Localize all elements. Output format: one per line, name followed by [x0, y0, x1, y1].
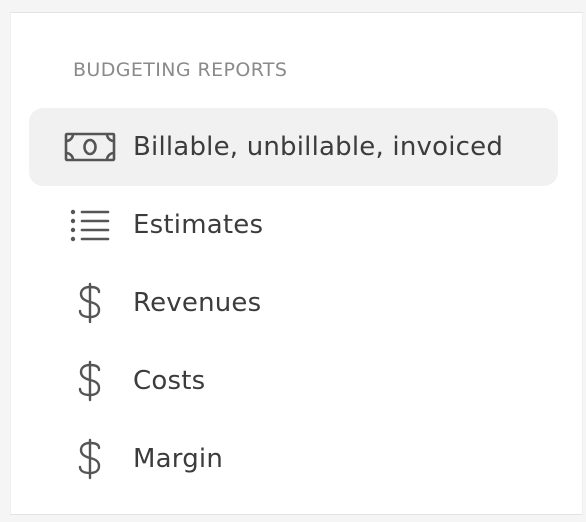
menu-item-label: Costs: [133, 366, 206, 396]
list-icon: [63, 207, 117, 243]
section-heading: BUDGETING REPORTS: [73, 59, 288, 81]
dollar-icon: [63, 438, 117, 480]
menu-item-revenues[interactable]: Revenues: [29, 264, 558, 342]
menu-item-label: Revenues: [133, 288, 262, 318]
menu-item-label: Margin: [133, 444, 224, 474]
menu-item-margin[interactable]: Margin: [29, 420, 558, 498]
menu-item-billable-unbillable-invoiced[interactable]: Billable, unbillable, invoiced: [29, 108, 558, 186]
menu-item-estimates[interactable]: Estimates: [29, 186, 558, 264]
budgeting-reports-menu: Billable, unbillable, invoiced Estimates: [29, 108, 558, 498]
dollar-icon: [63, 282, 117, 324]
banknote-icon: [63, 129, 117, 165]
menu-item-label: Estimates: [133, 210, 264, 240]
budgeting-reports-panel: BUDGETING REPORTS Billable, unbillable, …: [10, 12, 583, 515]
menu-item-costs[interactable]: Costs: [29, 342, 558, 420]
menu-item-label: Billable, unbillable, invoiced: [133, 132, 504, 162]
dollar-icon: [63, 360, 117, 402]
